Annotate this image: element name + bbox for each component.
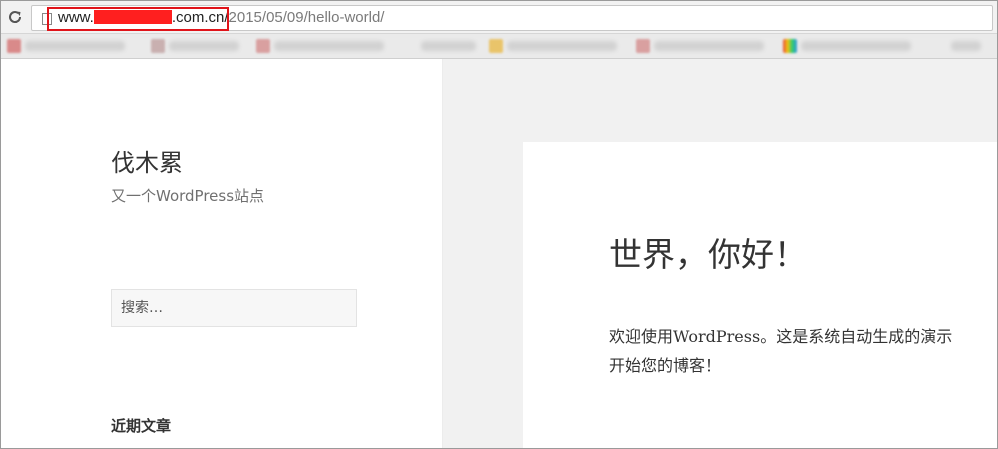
site-title[interactable]: 伐木累 (111, 143, 183, 178)
bookmark-item[interactable] (25, 41, 125, 51)
bookmark-item[interactable] (421, 41, 476, 51)
url-path: 2015/05/09/hello-world/ (228, 9, 385, 26)
bookmark-icon[interactable] (151, 39, 165, 53)
post-title[interactable]: 世界，你好！ (609, 228, 807, 276)
search-input[interactable] (111, 289, 357, 327)
bookmark-icon[interactable] (256, 39, 270, 53)
bookmark-item[interactable] (801, 41, 911, 51)
browser-window: www. .com.cn/2015/05/09/hello-world/ 伐木累 … (0, 0, 998, 449)
bookmark-icon[interactable] (636, 39, 650, 53)
bookmark-item[interactable] (274, 41, 384, 51)
bookmark-icon[interactable] (7, 39, 21, 53)
post-body: 欢迎使用WordPress。这是系统自动生成的演示 开始您的博客！ (609, 322, 997, 380)
bookmark-item[interactable] (654, 41, 764, 51)
bookmark-icon[interactable] (489, 39, 503, 53)
reload-button[interactable] (5, 7, 25, 27)
post-body-line: 开始您的博客！ (609, 356, 722, 375)
bookmarks-bar (1, 34, 997, 59)
main-area: 世界，你好！ 欢迎使用WordPress。这是系统自动生成的演示 开始您的博客！ (443, 59, 997, 448)
post-body-line: 欢迎使用WordPress。这是系统自动生成的演示 (609, 327, 953, 346)
reload-icon (9, 11, 22, 23)
site-description: 又一个WordPress站点 (111, 187, 265, 205)
address-bar: www. .com.cn/2015/05/09/hello-world/ (1, 1, 997, 34)
page-content: 伐木累 又一个WordPress站点 近期文章 世界，你好！ 欢迎使用WordP… (1, 59, 997, 448)
url-highlight-box (47, 7, 229, 31)
bookmark-item[interactable] (951, 41, 981, 51)
recent-posts-heading: 近期文章 (111, 417, 172, 435)
bookmark-item[interactable] (507, 41, 617, 51)
post-card: 世界，你好！ 欢迎使用WordPress。这是系统自动生成的演示 开始您的博客！ (523, 142, 997, 448)
url-field[interactable]: www. .com.cn/2015/05/09/hello-world/ (31, 5, 993, 31)
bookmark-icon[interactable] (783, 39, 797, 53)
bookmark-item[interactable] (169, 41, 239, 51)
sidebar: 伐木累 又一个WordPress站点 近期文章 (1, 59, 443, 448)
